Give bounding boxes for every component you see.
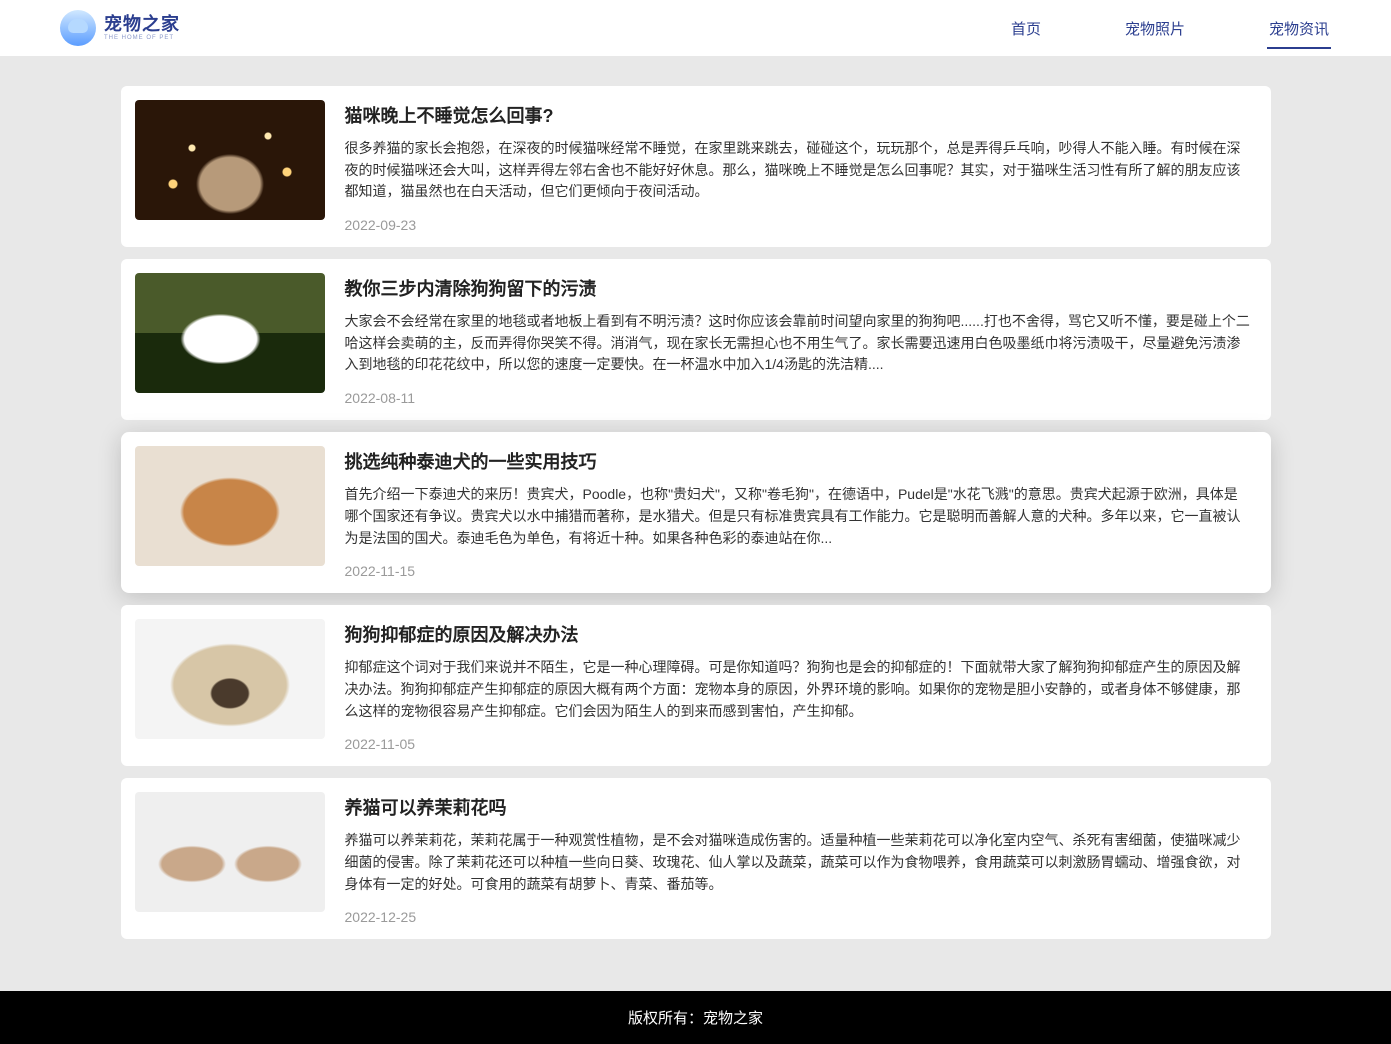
article-title: 狗狗抑郁症的原因及解决办法 [345, 621, 1251, 647]
nav-item-1[interactable]: 宠物照片 [1123, 12, 1187, 45]
article-content: 狗狗抑郁症的原因及解决办法抑郁症这个词对于我们来说并不陌生，它是一种心理障碍。可… [345, 619, 1251, 752]
logo-icon [60, 10, 96, 46]
nav-item-0[interactable]: 首页 [1009, 12, 1043, 45]
nav-item-2[interactable]: 宠物资讯 [1267, 12, 1331, 45]
header: 宠物之家 THE HOME OF PET 首页 宠物照片 宠物资讯 [0, 0, 1391, 56]
article-date: 2022-12-25 [345, 909, 1251, 925]
logo-text: 宠物之家 THE HOME OF PET [104, 15, 180, 41]
article-title: 养猫可以养茉莉花吗 [345, 794, 1251, 820]
brand-name: 宠物之家 [104, 15, 180, 33]
article-content: 挑选纯种泰迪犬的一些实用技巧首先介绍一下泰迪犬的来历！贵宾犬，Poodle，也称… [345, 446, 1251, 579]
article-desc: 首先介绍一下泰迪犬的来历！贵宾犬，Poodle，也称"贵妇犬"，又称"卷毛狗"，… [345, 484, 1251, 549]
article-content: 教你三步内清除狗狗留下的污渍大家会不会经常在家里的地毯或者地板上看到有不明污渍？… [345, 273, 1251, 406]
article-card[interactable]: 教你三步内清除狗狗留下的污渍大家会不会经常在家里的地毯或者地板上看到有不明污渍？… [121, 259, 1271, 420]
article-thumb [135, 446, 325, 566]
footer: 版权所有：宠物之家 [0, 991, 1391, 1044]
article-desc: 大家会不会经常在家里的地毯或者地板上看到有不明污渍？这时你应该会靠前时间望向家里… [345, 311, 1251, 376]
article-list: 猫咪晚上不睡觉怎么回事? 很多养猫的家长会抱怨，在深夜的时候猫咪经常不睡觉，在家里… [121, 56, 1271, 991]
article-date: 2022-08-11 [345, 390, 1251, 406]
nav: 首页 宠物照片 宠物资讯 [1009, 12, 1331, 45]
article-date: 2022-11-15 [345, 563, 1251, 579]
logo[interactable]: 宠物之家 THE HOME OF PET [60, 10, 180, 46]
article-title: 教你三步内清除狗狗留下的污渍 [345, 275, 1251, 301]
article-title: 挑选纯种泰迪犬的一些实用技巧 [345, 448, 1251, 474]
article-card[interactable]: 狗狗抑郁症的原因及解决办法抑郁症这个词对于我们来说并不陌生，它是一种心理障碍。可… [121, 605, 1271, 766]
brand-sub: THE HOME OF PET [104, 35, 180, 41]
footer-text: 版权所有：宠物之家 [628, 1010, 763, 1027]
article-thumb [135, 273, 325, 393]
article-thumb [135, 100, 325, 220]
article-desc: 养猫可以养茉莉花，茉莉花属于一种观赏性植物，是不会对猫咪造成伤害的。适量种植一些… [345, 830, 1251, 895]
article-thumb [135, 619, 325, 739]
article-card[interactable]: 挑选纯种泰迪犬的一些实用技巧首先介绍一下泰迪犬的来历！贵宾犬，Poodle，也称… [121, 432, 1271, 593]
article-content: 养猫可以养茉莉花吗养猫可以养茉莉花，茉莉花属于一种观赏性植物，是不会对猫咪造成伤… [345, 792, 1251, 925]
article-thumb [135, 792, 325, 912]
article-desc: 很多养猫的家长会抱怨，在深夜的时候猫咪经常不睡觉，在家里跳来跳去，碰碰这个，玩玩… [345, 138, 1251, 203]
article-title: 猫咪晚上不睡觉怎么回事? [345, 102, 1251, 128]
article-date: 2022-09-23 [345, 217, 1251, 233]
article-date: 2022-11-05 [345, 736, 1251, 752]
article-content: 猫咪晚上不睡觉怎么回事? 很多养猫的家长会抱怨，在深夜的时候猫咪经常不睡觉，在家里… [345, 100, 1251, 233]
article-card[interactable]: 猫咪晚上不睡觉怎么回事? 很多养猫的家长会抱怨，在深夜的时候猫咪经常不睡觉，在家里… [121, 86, 1271, 247]
article-desc: 抑郁症这个词对于我们来说并不陌生，它是一种心理障碍。可是你知道吗？狗狗也是会的抑… [345, 657, 1251, 722]
article-card[interactable]: 养猫可以养茉莉花吗养猫可以养茉莉花，茉莉花属于一种观赏性植物，是不会对猫咪造成伤… [121, 778, 1271, 939]
